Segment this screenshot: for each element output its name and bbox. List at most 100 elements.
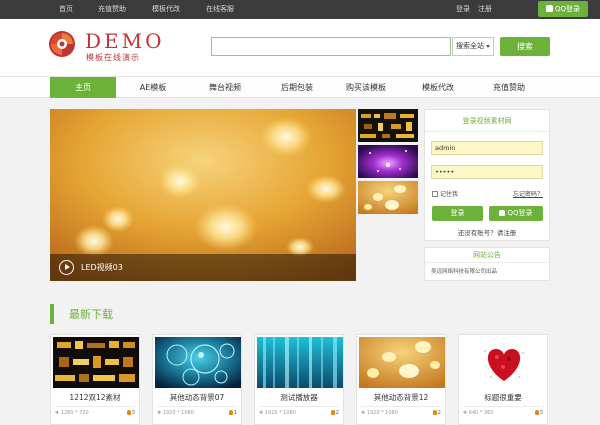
main-nav: 主页 AE模板 舞台视频 后期包装 购买该模板 模板代改 充值赞助 [0,76,600,98]
hero-title: LED视频03 [81,263,123,272]
user-icon [126,410,131,415]
hero-slide[interactable]: LED视频03 [50,109,356,281]
search-button[interactable]: 搜索 [500,37,550,56]
top-register-link[interactable]: 注册 [478,0,492,19]
nav-item-recharge[interactable]: 充值赞助 [476,77,542,98]
thumb-golden-lights [358,181,418,214]
card-divider [463,406,543,407]
top-link-template-edit[interactable]: 模板代改 [152,0,180,19]
card-resolution: ✚ 1920 * 1080 [259,410,296,416]
card-divider [259,406,339,407]
remember-checkbox[interactable] [432,191,438,197]
nav-item-buy-template[interactable]: 购买该模板 [333,77,399,98]
card-title[interactable]: 测试播放器 [255,392,343,403]
top-qq-login-label: QQ登录 [554,5,581,13]
remember-label: 记住我 [440,191,459,198]
download-card[interactable]: 标题很重要 ✚ 640 * 360 3 [458,334,548,425]
qq-login-button[interactable]: QQ登录 [489,206,543,221]
register-link[interactable]: 还没有账号？请注册 [425,227,549,237]
card-thumbnail[interactable] [461,337,547,388]
card-resolution: ✚ 1280 * 720 [55,410,89,416]
login-panel-title: 登录视频素材网 [425,110,549,132]
card-download-count: 2 [432,410,442,416]
card-thumbnail[interactable] [257,337,343,388]
search-input[interactable] [211,37,451,56]
card-count-value: 2 [437,410,442,416]
forgot-password-link[interactable]: 忘记密码？ [513,189,543,198]
search-scope-select[interactable]: 搜索全站 [452,37,494,56]
download-card[interactable]: 测试播放器 ✚ 1920 * 1080 2 [254,334,344,425]
card-count-value: 1 [233,410,238,416]
logo-text: DEMO [85,29,165,53]
hero-thumb-3[interactable] [358,181,418,214]
card-resolution: ✚ 640 * 360 [463,410,494,416]
logo-icon [49,31,75,57]
hero-thumb-2[interactable] [358,145,418,178]
hero-thumb-1[interactable] [358,109,418,142]
top-qq-login-button[interactable]: QQ登录 [538,1,588,17]
user-icon [228,410,233,415]
top-bar: 首页 充值赞助 模板代改 在线客服 登录 注册 QQ登录 [0,0,600,19]
nav-item-post-production[interactable]: 后期包装 [264,77,330,98]
card-count-value: 3 [539,410,544,416]
top-link-home[interactable]: 首页 [59,0,73,19]
qq-icon [499,210,506,216]
download-card[interactable]: 其他动态背景07 ✚ 1920 * 1080 1 [152,334,242,425]
top-login-link[interactable]: 登录 [456,0,470,19]
user-icon [432,410,437,415]
download-card[interactable]: 其他动态背景12 ✚ 1920 * 1080 2 [356,334,446,425]
notice-text[interactable]: 吴远网络科技有限公司出品 [431,267,497,275]
card-image-curtain [257,337,343,388]
qq-icon [545,5,553,12]
nav-item-template-edit[interactable]: 模板代改 [405,77,471,98]
search-scope-label: 搜索全站 [456,42,484,50]
card-divider [361,406,441,407]
thumb-led-grid [358,109,418,142]
user-icon [330,410,335,415]
card-divider [55,406,135,407]
hero-caption: LED视频03 [50,254,356,281]
remember-me[interactable]: 记住我 [432,189,458,198]
card-count-value: 2 [335,410,340,416]
top-link-online-service[interactable]: 在线客服 [206,0,234,19]
nav-item-ae-templates[interactable]: AE模板 [120,77,186,98]
card-image-heart [461,337,547,388]
card-divider [157,406,237,407]
user-icon [534,410,539,415]
top-link-recharge[interactable]: 充值赞助 [98,0,126,19]
notice-title: 网站公告 [425,248,549,263]
download-card[interactable]: 1212双12素材 ✚ 1280 * 720 3 [50,334,140,425]
password-field[interactable]: ••••• [431,165,543,179]
card-download-count: 1 [228,410,238,416]
section-accent-bar [50,304,54,324]
thumb-purple-stage [358,145,418,178]
username-field[interactable]: admin [431,141,543,155]
login-button[interactable]: 登录 [432,206,483,221]
nav-item-home[interactable]: 主页 [50,77,116,98]
card-download-count: 3 [534,410,544,416]
card-thumbnail[interactable] [359,337,445,388]
login-panel: 登录视频素材网 admin ••••• 记住我 忘记密码？ 登录 QQ登录 还没… [424,109,550,241]
card-count-value: 3 [131,410,136,416]
card-title[interactable]: 其他动态背景07 [153,392,241,403]
card-download-count: 2 [330,410,340,416]
card-download-count: 3 [126,410,136,416]
card-image-golden [359,337,445,388]
logo-subtitle: 模板在线演示 [86,53,140,62]
play-icon[interactable] [59,260,74,275]
card-resolution: ✚ 1920 * 1080 [157,410,194,416]
header: DEMO 模板在线演示 搜索全站 搜索 [0,19,600,76]
card-image-bubbles [155,337,241,388]
card-title[interactable]: 标题很重要 [459,392,547,403]
card-title[interactable]: 其他动态背景12 [357,392,445,403]
nav-item-stage-video[interactable]: 舞台视频 [192,77,258,98]
card-resolution: ✚ 1920 * 1080 [361,410,398,416]
section-title: 最新下载 [69,308,113,321]
notice-panel: 网站公告 吴远网络科技有限公司出品 [424,247,550,281]
card-thumbnail[interactable] [53,337,139,388]
qq-login-label: QQ登录 [507,209,533,217]
card-image-led [53,337,139,388]
chevron-down-icon [486,45,490,50]
card-title[interactable]: 1212双12素材 [51,392,139,403]
card-thumbnail[interactable] [155,337,241,388]
